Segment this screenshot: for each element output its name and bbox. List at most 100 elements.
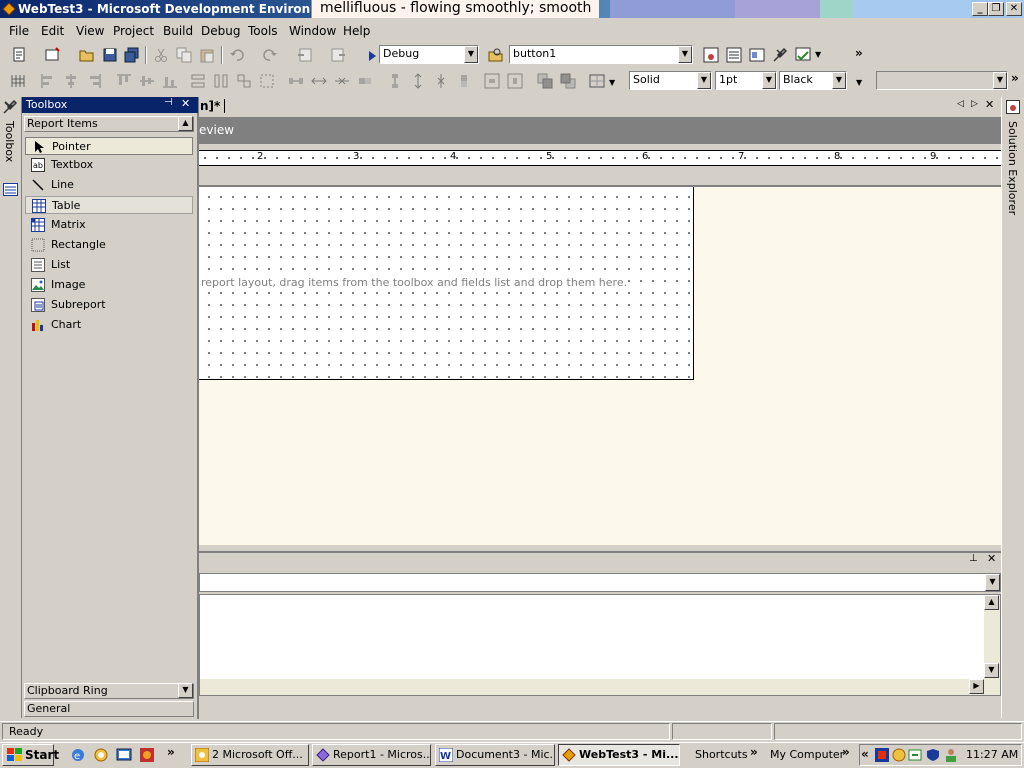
open-icon[interactable] <box>79 47 95 63</box>
scroll-down-icon[interactable]: ▼ <box>178 683 193 698</box>
center-vertically-icon[interactable] <box>507 73 523 89</box>
menu-debug[interactable]: Debug <box>201 24 240 38</box>
menu-window[interactable]: Window <box>289 24 336 38</box>
output-text-area[interactable]: ▲ ▼ ▶ <box>199 594 1001 696</box>
align-to-grid-icon[interactable] <box>10 73 26 89</box>
toolbox-item-subreport[interactable]: Subreport <box>25 296 193 314</box>
toolbox-vertical-tab[interactable]: Toolbox <box>3 121 16 162</box>
save-icon[interactable] <box>102 47 118 63</box>
toolbox-strip-icon[interactable] <box>2 99 18 115</box>
shortcuts-toolbar[interactable]: Shortcuts <box>695 748 748 761</box>
tray-sync-icon[interactable] <box>908 748 922 762</box>
size-to-grid-icon[interactable] <box>259 73 275 89</box>
task-document3[interactable]: W Document3 - Mic... <box>435 744 555 766</box>
close-button[interactable]: ✕ <box>1006 2 1022 16</box>
toolbox-item-rectangle[interactable]: Rectangle <box>25 236 193 254</box>
chevron-down-icon[interactable]: ▼ <box>762 72 776 89</box>
line-style-select[interactable]: Solid ▼ <box>629 71 712 90</box>
my-computer-toolbar[interactable]: My Computer <box>770 748 844 761</box>
pin-icon[interactable]: ⊥ <box>969 553 978 564</box>
quick-launch-desktop-icon[interactable] <box>116 747 132 763</box>
align-rights-icon[interactable] <box>86 73 102 89</box>
solution-config-select[interactable]: Debug ▼ <box>379 45 479 64</box>
toolbox-section-general[interactable]: General <box>24 701 194 717</box>
save-all-icon[interactable] <box>124 47 140 63</box>
menu-edit[interactable]: Edit <box>41 24 64 38</box>
toolbox-item-line[interactable]: Line <box>25 176 193 194</box>
preview-tab[interactable]: eview <box>199 123 234 137</box>
solution-explorer-vertical-tab[interactable]: Solution Explorer <box>1006 121 1019 215</box>
toolbox-item-chart[interactable]: Chart <box>25 316 193 334</box>
scroll-right-icon[interactable]: ▶ <box>969 679 984 694</box>
toolbox-item-list[interactable]: List <box>25 256 193 274</box>
quick-launch-media-icon[interactable] <box>139 747 155 763</box>
tab-scroll-left-icon[interactable]: ◁ <box>957 99 964 109</box>
tray-clock-app-icon[interactable] <box>892 748 906 762</box>
find-combo[interactable]: button1 ▼ <box>509 45 693 64</box>
bring-to-front-icon[interactable] <box>537 73 553 89</box>
output-source-select[interactable]: ▼ <box>199 573 1001 592</box>
navigate-forward-icon[interactable] <box>330 47 346 63</box>
align-middles-icon[interactable] <box>139 73 155 89</box>
scroll-up-icon[interactable]: ▲ <box>984 595 999 610</box>
chevron-down-icon[interactable]: ▼ <box>464 46 478 63</box>
scroll-down-icon[interactable]: ▼ <box>984 663 999 678</box>
task-webtest3[interactable]: WebTest3 - Mi... <box>558 744 680 766</box>
align-centers-icon[interactable] <box>63 73 79 89</box>
decrease-h-spacing-icon[interactable] <box>334 73 350 89</box>
chevron-down-icon[interactable]: ▼ <box>678 46 692 63</box>
toolbar2-chevron[interactable]: ▼ <box>856 78 862 87</box>
line-width-select[interactable]: 1pt ▼ <box>715 71 777 90</box>
quick-launch-more-chevron[interactable]: » <box>167 745 175 759</box>
tab-scroll-right-icon[interactable]: ▷ <box>971 99 978 109</box>
toolbar-options-chevron[interactable]: ▼ <box>815 50 821 59</box>
document-tab[interactable]: n]* <box>200 99 220 113</box>
undo-icon[interactable] <box>229 47 245 63</box>
shortcuts-more-chevron[interactable]: » <box>750 745 758 759</box>
navigate-back-icon[interactable] <box>297 47 313 63</box>
paste-icon[interactable] <box>199 47 215 63</box>
cut-icon[interactable] <box>153 47 169 63</box>
new-project-icon[interactable] <box>12 47 28 63</box>
toolbox-item-image[interactable]: Image <box>25 276 193 294</box>
add-item-icon[interactable] <box>45 47 61 63</box>
close-icon[interactable]: ✕ <box>987 552 996 565</box>
tray-expand-icon[interactable]: « <box>861 747 869 761</box>
start-button[interactable]: Start <box>2 744 59 766</box>
object-browser-icon[interactable] <box>749 47 765 63</box>
increase-h-spacing-icon[interactable] <box>311 73 327 89</box>
properties-icon[interactable] <box>726 47 742 63</box>
minimize-button[interactable]: _ <box>972 2 988 16</box>
tray-network-icon[interactable] <box>875 748 889 762</box>
center-horizontally-icon[interactable] <box>484 73 500 89</box>
redo-icon[interactable] <box>262 47 278 63</box>
font-select[interactable]: ▼ <box>876 71 1008 90</box>
remove-v-spacing-icon[interactable] <box>456 73 472 89</box>
class-view-icon[interactable] <box>795 47 811 63</box>
menu-help[interactable]: Help <box>343 24 370 38</box>
menu-build[interactable]: Build <box>163 24 193 38</box>
fields-strip-icon[interactable] <box>3 183 18 196</box>
tray-shield-icon[interactable] <box>926 748 940 762</box>
task-microsoft-office[interactable]: 2 Microsoft Off... <box>191 744 309 766</box>
vertical-scrollbar[interactable]: ▲ ▼ <box>984 595 1000 695</box>
decrease-v-spacing-icon[interactable] <box>433 73 449 89</box>
quick-launch-ie-icon[interactable]: e <box>70 747 86 763</box>
make-same-width-icon[interactable] <box>190 73 206 89</box>
chevron-down-icon[interactable]: ▼ <box>985 574 1000 591</box>
vertical-spacing-icon[interactable] <box>387 73 403 89</box>
send-to-back-icon[interactable] <box>560 73 576 89</box>
toolbox-section-report-items[interactable]: Report Items ▲ <box>24 116 194 132</box>
toolbar2-more-chevron[interactable]: » <box>1011 71 1019 85</box>
borders-dropdown-chevron[interactable]: ▼ <box>609 78 615 87</box>
tray-clock[interactable]: 11:27 AM <box>966 748 1018 761</box>
increase-v-spacing-icon[interactable] <box>410 73 426 89</box>
solution-explorer-strip-icon[interactable] <box>1006 100 1020 114</box>
chevron-down-icon[interactable]: ▼ <box>993 72 1007 89</box>
toolbox-item-pointer[interactable]: Pointer <box>25 137 193 155</box>
scroll-up-icon[interactable]: ▲ <box>178 116 193 131</box>
restore-button[interactable]: ❐ <box>988 2 1004 16</box>
horizontal-spacing-icon[interactable] <box>288 73 304 89</box>
borders-icon[interactable] <box>589 73 605 89</box>
horizontal-scrollbar[interactable]: ▶ <box>200 679 984 695</box>
